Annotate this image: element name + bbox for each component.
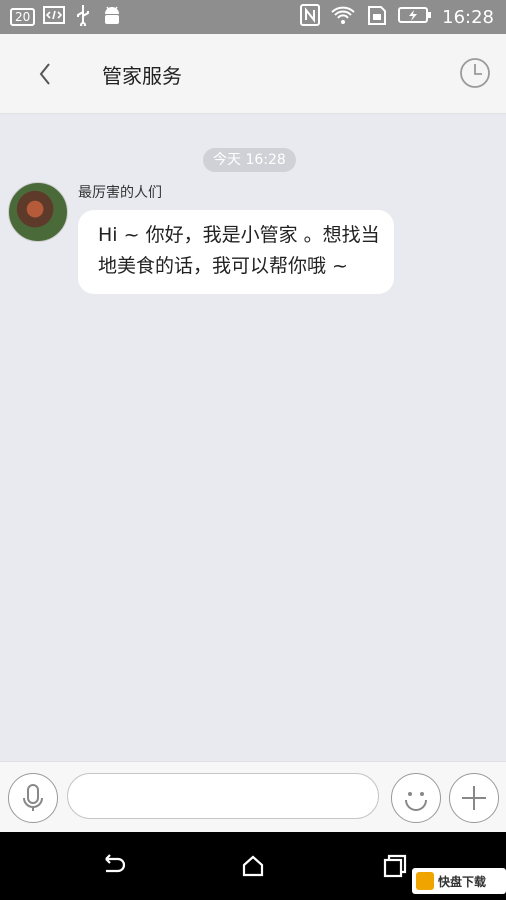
message-bubble: Hi ~ 你好，我是小管家 。想找当地美食的话，我可以帮你哦 ~ bbox=[78, 210, 394, 294]
nav-recent-apps-button[interactable] bbox=[377, 849, 411, 883]
message-timestamp: 今天 16:28 bbox=[203, 148, 296, 172]
watermark-text: 快盘下载 bbox=[438, 874, 487, 889]
back-icon bbox=[105, 854, 126, 873]
nav-home-button[interactable] bbox=[236, 849, 270, 883]
recent-apps-icon bbox=[383, 854, 407, 878]
message-input[interactable] bbox=[67, 773, 379, 819]
voice-input-button[interactable] bbox=[8, 773, 58, 823]
sender-name: 最厉害的人们 bbox=[78, 185, 162, 201]
nfc-icon bbox=[300, 4, 321, 30]
header: 管家服务 bbox=[0, 34, 506, 114]
sim-card-icon bbox=[366, 4, 388, 30]
emoji-icon bbox=[405, 792, 427, 811]
watermark: 快盘下载 bbox=[412, 868, 506, 894]
history-button[interactable] bbox=[458, 56, 492, 90]
plus-icon bbox=[462, 786, 486, 810]
back-button[interactable] bbox=[28, 56, 64, 92]
input-bar bbox=[0, 761, 506, 833]
android-icon bbox=[101, 4, 123, 30]
chat-area[interactable]: 今天 16:28 最厉害的人们 Hi ~ 你好，我是小管家 。想找当地美食的话，… bbox=[0, 114, 506, 761]
chevron-left-icon bbox=[39, 63, 50, 85]
watermark-logo-icon bbox=[416, 872, 434, 890]
clock-icon bbox=[460, 58, 490, 88]
status-time: 16:28 bbox=[442, 6, 494, 28]
microphone-icon bbox=[23, 784, 43, 811]
code-icon bbox=[43, 6, 66, 28]
page-title: 管家服务 bbox=[102, 64, 182, 88]
navigation-bar: 快盘下载 bbox=[0, 832, 506, 900]
emoji-button[interactable] bbox=[391, 773, 441, 823]
more-options-button[interactable] bbox=[449, 773, 499, 823]
wifi-icon bbox=[330, 4, 356, 30]
status-bar: 20 16:28 bbox=[0, 0, 506, 34]
home-icon bbox=[242, 855, 264, 877]
nav-back-button[interactable] bbox=[96, 849, 130, 883]
avatar[interactable] bbox=[8, 182, 68, 242]
notification-badge-icon: 20 bbox=[10, 8, 36, 26]
battery-charging-icon bbox=[398, 6, 432, 28]
usb-icon bbox=[73, 4, 93, 30]
